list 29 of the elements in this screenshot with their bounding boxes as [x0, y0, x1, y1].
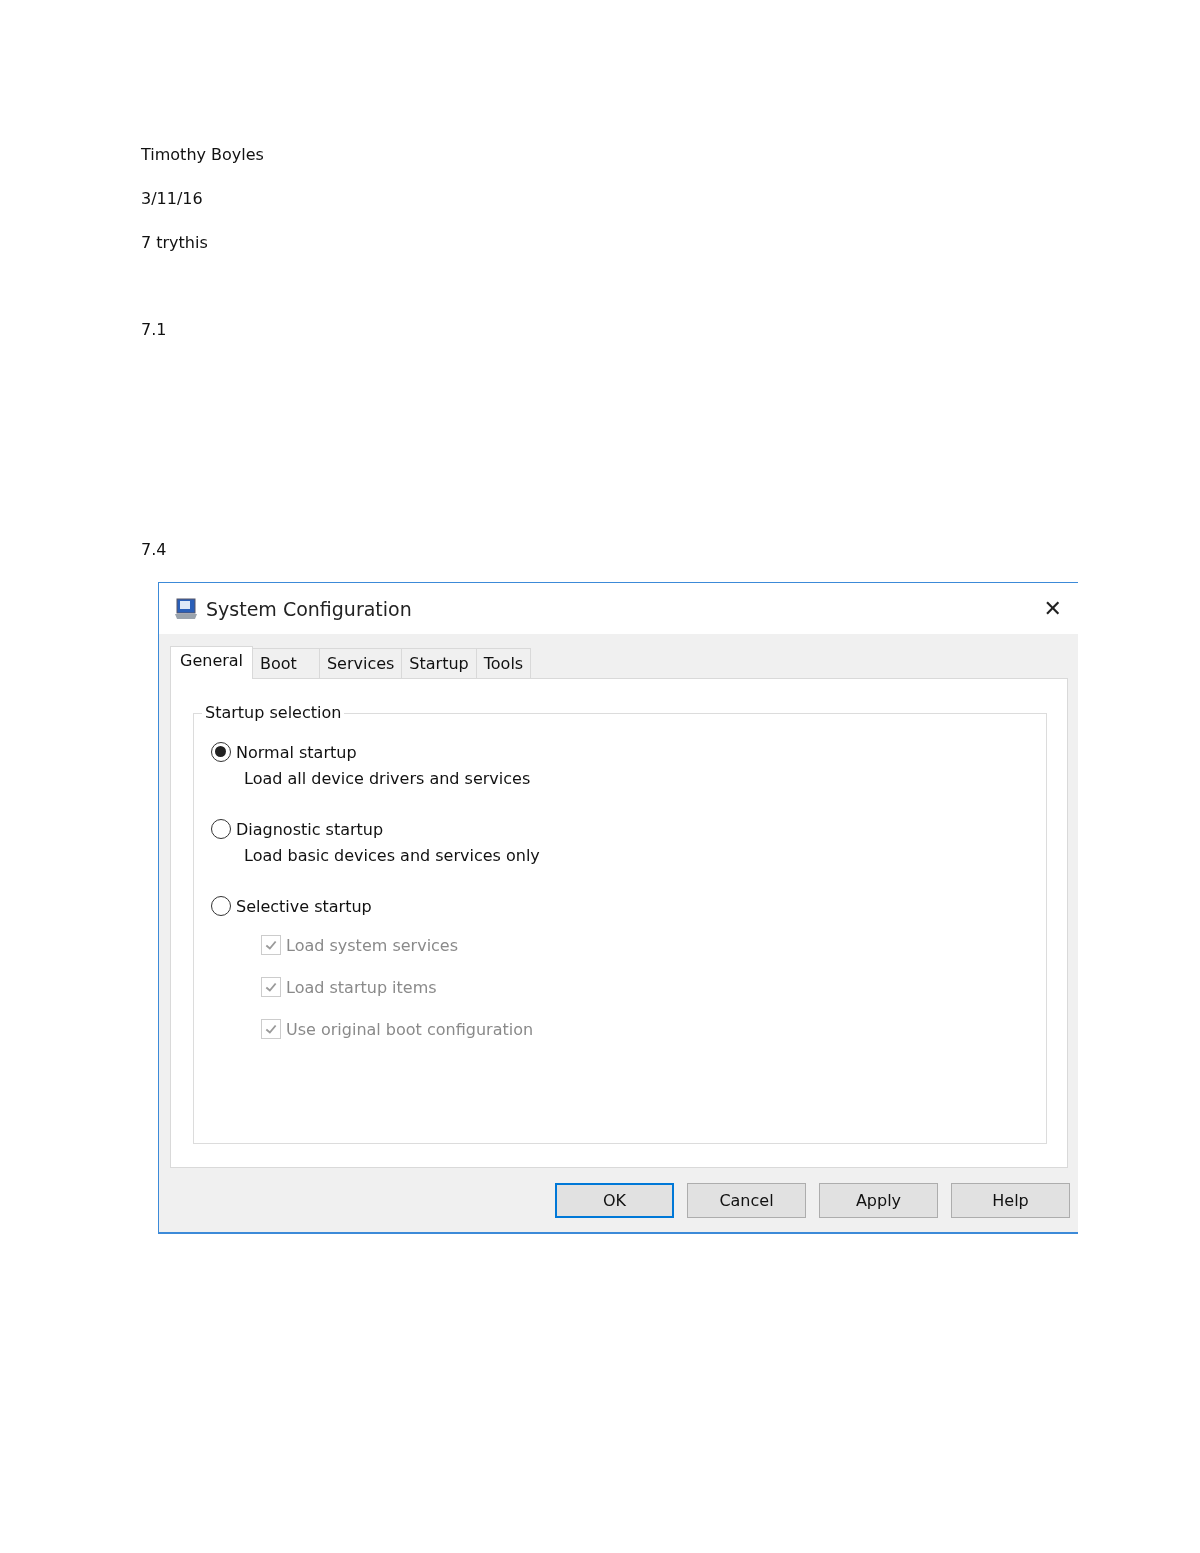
- checkbox-label: Load system services: [286, 935, 459, 955]
- tab[interactable]: General: [170, 646, 254, 679]
- window-title: System Configuration: [206, 597, 413, 620]
- checkbox-label: Use original boot configuration: [286, 1019, 534, 1039]
- tab[interactable]: Tools: [475, 648, 532, 678]
- document-text: 7 trythis: [141, 232, 209, 254]
- document-text: 3/11/16: [141, 188, 204, 210]
- option-label: Selective startup: [236, 896, 372, 916]
- group-title: Startup selection: [202, 703, 345, 722]
- section-heading: 7.1: [141, 319, 168, 341]
- radio-button[interactable]: [211, 819, 231, 839]
- dialog-button[interactable]: Apply: [819, 1183, 938, 1218]
- section-heading: 7.4: [141, 539, 168, 561]
- check-icon: [264, 980, 278, 994]
- option-description: Load all device drivers and services: [244, 769, 532, 788]
- check-icon: [264, 938, 278, 952]
- dialog-button[interactable]: Cancel: [687, 1183, 806, 1218]
- option-label: Diagnostic startup: [236, 819, 384, 839]
- document-text: Timothy Boyles: [141, 144, 265, 166]
- radio-button[interactable]: [211, 742, 231, 762]
- dialog-button[interactable]: OK: [555, 1183, 674, 1218]
- dialog-button[interactable]: Help: [951, 1183, 1070, 1218]
- option-description: Load basic devices and services only: [244, 846, 541, 865]
- checkbox-label: Load startup items: [286, 977, 437, 997]
- option-label: Normal startup: [236, 742, 357, 762]
- check-icon: [264, 1022, 278, 1036]
- computer-icon: [174, 597, 198, 620]
- close-button[interactable]: ✕: [1043, 597, 1062, 620]
- radio-button[interactable]: [211, 896, 231, 916]
